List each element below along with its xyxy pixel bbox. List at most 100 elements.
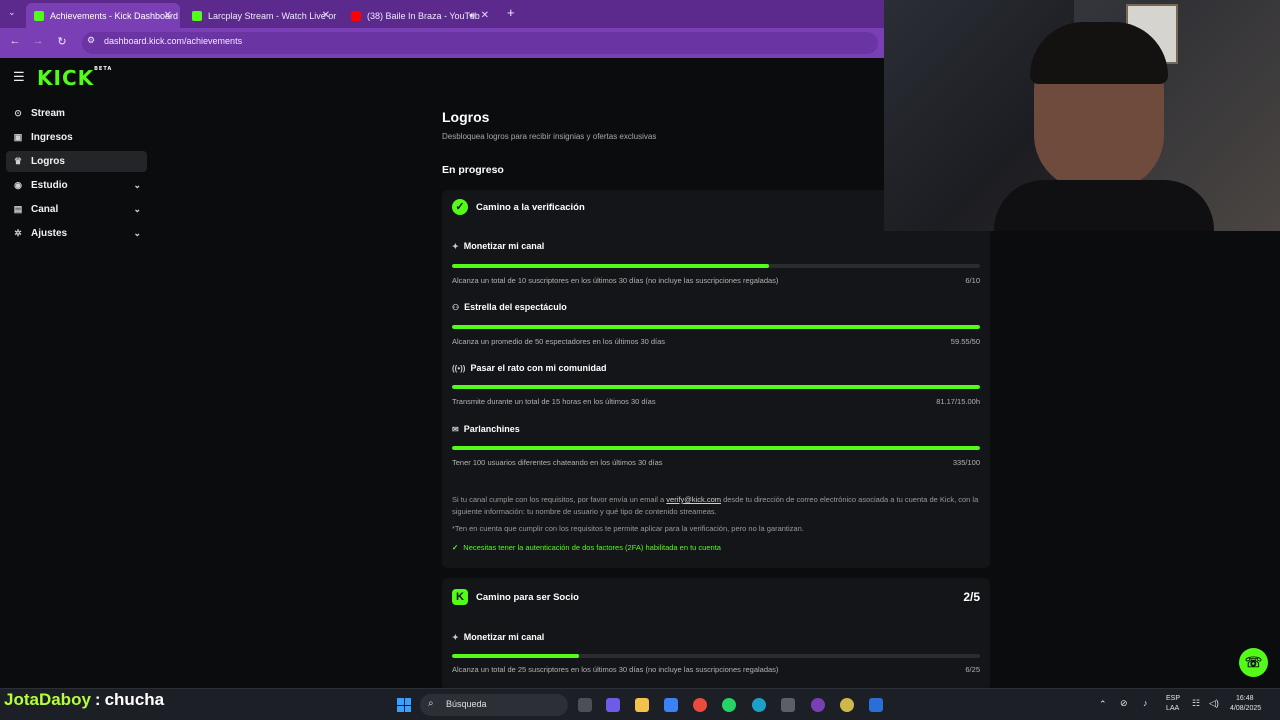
close-tab-icon[interactable]: ✕: [164, 10, 172, 21]
sidebar-item-label: Ajustes: [31, 228, 68, 239]
tab-list-chevron-icon[interactable]: ⌄: [8, 7, 16, 18]
progress-fill: [452, 325, 980, 329]
speaker-icon[interactable]: 🔊︎: [469, 10, 475, 21]
tab-title: Achievements - Kick Dashboard: [50, 10, 179, 21]
wifi-icon[interactable]: ☷: [1192, 698, 1200, 709]
achievement-title: ✦ Monetizar mi canal: [452, 632, 544, 642]
tray-chevron-icon[interactable]: ⌃: [1099, 699, 1107, 710]
help-chat-button[interactable]: ☏: [1239, 648, 1268, 677]
settings-icon: ✲: [14, 228, 22, 238]
volume-icon[interactable]: ◁): [1209, 698, 1219, 709]
achievement-label: Parlanchines: [463, 424, 520, 434]
whatsapp-icon[interactable]: [722, 698, 736, 712]
app-icon[interactable]: [781, 698, 795, 712]
chevron-down-icon[interactable]: ⌄: [133, 228, 141, 239]
achievement-value: 6/10: [965, 276, 980, 285]
sidebar-item-ingresos[interactable]: ▣ Ingresos: [6, 127, 147, 148]
chevron-down-icon[interactable]: ⌄: [133, 204, 141, 215]
taskbar-search[interactable]: [420, 694, 568, 716]
app-icon[interactable]: [869, 698, 883, 712]
search-icon: ⌕: [428, 698, 434, 709]
app-icon[interactable]: [840, 698, 854, 712]
logo-text: KICK: [37, 66, 95, 90]
chrome-icon[interactable]: [693, 698, 707, 712]
progress-bar: [452, 654, 980, 658]
achievement-title: ((•)) Pasar el rato con mi comunidad: [452, 363, 607, 373]
money-icon: ▣: [13, 132, 23, 142]
sidebar-item-ajustes[interactable]: ✲ Ajustes ⌄: [6, 223, 147, 244]
browser-icon[interactable]: [811, 698, 825, 712]
url-text[interactable]: dashboard.kick.com/achievements: [104, 36, 242, 46]
chat-username: JotaDaboy: [4, 690, 91, 709]
mic-icon[interactable]: ♪: [1143, 698, 1148, 708]
reload-icon[interactable]: ↻: [55, 35, 69, 48]
clock-date[interactable]: 4/08/2025: [1230, 705, 1261, 712]
progress-bar: [452, 385, 980, 389]
page-title: Logros: [442, 109, 490, 125]
spark-icon: ✦: [452, 242, 459, 251]
broadcast-icon: ((•)): [452, 364, 466, 373]
card-title: Camino para ser Socio: [476, 592, 579, 603]
achievement-label: Monetizar mi canal: [463, 632, 545, 642]
edge-icon[interactable]: [752, 698, 766, 712]
progress-fill: [452, 385, 980, 389]
file-explorer-icon[interactable]: [635, 698, 649, 712]
store-icon[interactable]: [664, 698, 678, 712]
sidebar-item-logros[interactable]: ♛ Logros: [6, 151, 147, 172]
progress-bar: [452, 325, 980, 329]
chevron-down-icon[interactable]: ⌄: [133, 180, 141, 191]
browser-tab-bar: ⌄ Achievements - Kick Dashboard ✕ Larcpl…: [0, 0, 884, 28]
note-text: Si tu canal cumple con los requisitos, p…: [452, 495, 665, 504]
progress-bar: [452, 264, 980, 268]
language-indicator[interactable]: ESP: [1166, 695, 1180, 702]
tab-larcplay[interactable]: Larcplay Stream - Watch Live or ✕: [184, 3, 338, 28]
beta-badge: BETA: [94, 66, 113, 72]
achievement-description: Alcanza un total de 25 suscriptores en l…: [452, 665, 779, 674]
partner-progress-count: 2/5: [963, 590, 980, 604]
youtube-favicon-icon: [351, 10, 361, 21]
sidebar-item-label: Logros: [31, 156, 65, 167]
windows-taskbar: ⌕ ⌃ ⊘ ♪ ESP LAA ☷ ◁) 16:48 4/08/2025: [0, 688, 1280, 720]
progress-fill: [452, 654, 579, 658]
forward-icon[interactable]: →: [31, 35, 45, 47]
stream-chat-overlay: JotaDaboy: chucha: [4, 690, 164, 710]
requirement-2fa: ✓ Necesitas tener la autenticación de dos…: [452, 543, 721, 552]
tab-title: Larcplay Stream - Watch Live or: [208, 10, 337, 21]
new-tab-button[interactable]: +: [507, 5, 515, 20]
verification-card: ✓ Camino a la verificación ✦ Monetizar mi…: [442, 190, 990, 568]
progress-fill: [452, 264, 769, 268]
card-title: Camino a la verificación: [476, 202, 585, 213]
network-icon[interactable]: ⊘: [1120, 698, 1128, 709]
close-tab-icon[interactable]: ✕: [322, 10, 330, 21]
achievement-title: ✉ Parlanchines: [452, 424, 520, 434]
close-tab-icon[interactable]: ✕: [481, 10, 489, 21]
channel-icon: ▤: [13, 204, 23, 214]
kick-logo[interactable]: KICKBETA: [37, 66, 112, 90]
achievement-title: ⚇ Estrella del espectáculo: [452, 302, 567, 312]
achievement-value: 59.55/50: [950, 337, 980, 346]
sidebar-item-canal[interactable]: ▤ Canal ⌄: [6, 199, 147, 220]
webcam-overlay: [884, 0, 1280, 231]
tab-achievements[interactable]: Achievements - Kick Dashboard ✕: [26, 3, 180, 28]
webcam-person-body: [994, 180, 1214, 231]
sidebar-item-label: Estudio: [31, 180, 68, 191]
achievement-description: Tener 100 usuarios diferentes chateando …: [452, 458, 663, 467]
back-icon[interactable]: ←: [8, 35, 22, 47]
clock-time[interactable]: 16:48: [1236, 695, 1254, 702]
verify-email-link[interactable]: verify@kick.com: [666, 495, 721, 504]
sidebar-item-stream[interactable]: ⊙ Stream: [6, 103, 147, 124]
achievement-value: 335/100: [952, 458, 980, 467]
requirement-text: Necesitas tener la autenticación de dos …: [463, 543, 721, 552]
language-layout[interactable]: LAA: [1166, 705, 1179, 712]
sidebar-item-estudio[interactable]: ◉ Estudio ⌄: [6, 175, 147, 196]
achievement-value: 6/25: [965, 665, 980, 674]
task-view-icon[interactable]: [578, 698, 592, 712]
menu-icon[interactable]: ☰: [13, 69, 25, 85]
copilot-icon[interactable]: [606, 698, 620, 712]
verified-check-icon: ✓: [452, 199, 468, 215]
kick-k-icon: K: [452, 589, 468, 605]
tab-youtube[interactable]: (38) Baile In Braza - YouTub 🔊︎ ✕: [343, 3, 497, 28]
kick-favicon-icon: [34, 10, 44, 21]
windows-start-icon[interactable]: [397, 698, 411, 712]
site-info-icon[interactable]: ⚙: [84, 35, 98, 46]
